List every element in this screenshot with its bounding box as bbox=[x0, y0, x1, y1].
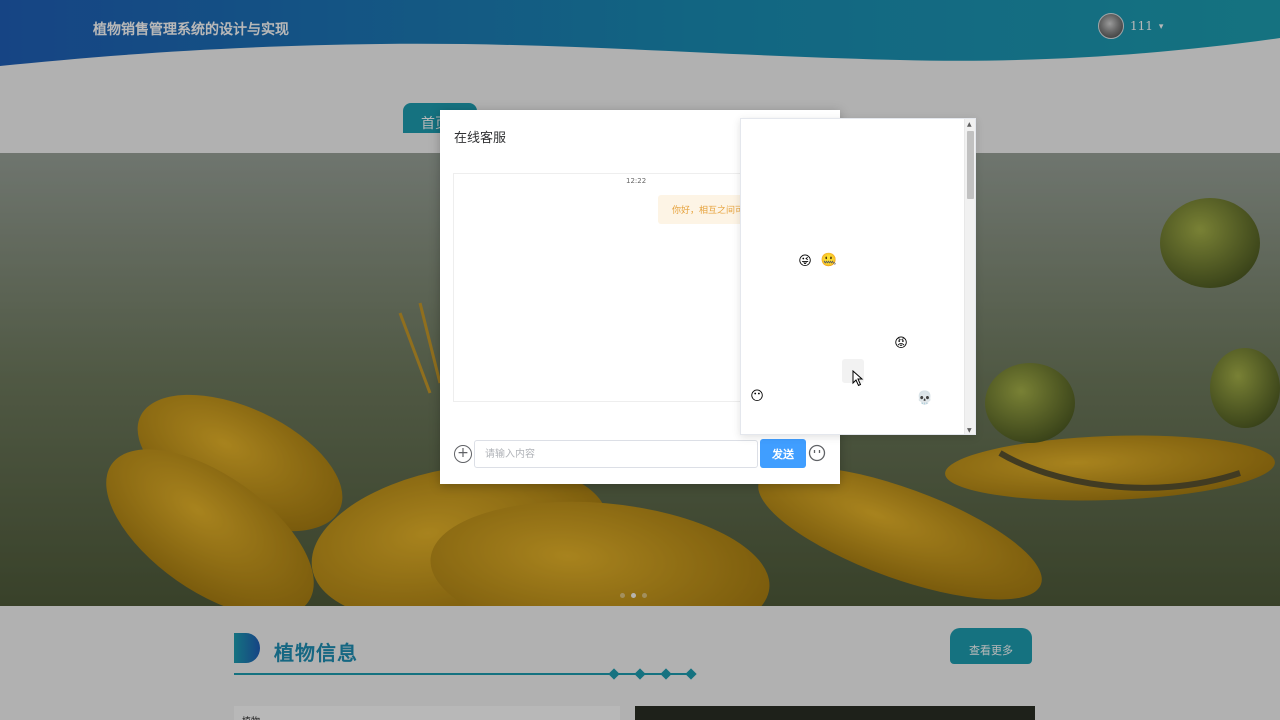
tongue-out-emoji[interactable]: 😜 bbox=[796, 253, 814, 271]
dialog-title: 在线客服 bbox=[454, 131, 507, 146]
message-list[interactable]: 12:22 你好，相互之间可 bbox=[453, 173, 783, 402]
scroll-thumb[interactable] bbox=[967, 131, 974, 199]
emoji-picker[interactable]: 😜 🤐 😡 😶 💀 ▲ ▼ bbox=[740, 118, 976, 435]
message-timestamp: 12:22 bbox=[626, 177, 647, 185]
picker-scrollbar[interactable]: ▲ ▼ bbox=[964, 119, 975, 434]
smiley-face-icon[interactable] bbox=[808, 444, 826, 462]
mouse-cursor-icon bbox=[852, 370, 864, 387]
angry-face-emoji[interactable]: 😡 bbox=[892, 335, 910, 353]
no-mouth-emoji[interactable]: 😶 bbox=[748, 388, 766, 406]
add-attachment-button[interactable]: + bbox=[454, 445, 472, 463]
scroll-down-icon[interactable]: ▼ bbox=[967, 427, 972, 434]
zipper-mouth-emoji[interactable]: 🤐 bbox=[820, 252, 838, 270]
send-button[interactable]: 发送 bbox=[760, 439, 806, 468]
scroll-up-icon[interactable]: ▲ bbox=[967, 121, 972, 128]
skull-emoji[interactable]: 💀 bbox=[916, 390, 934, 408]
message-input[interactable] bbox=[474, 440, 758, 468]
